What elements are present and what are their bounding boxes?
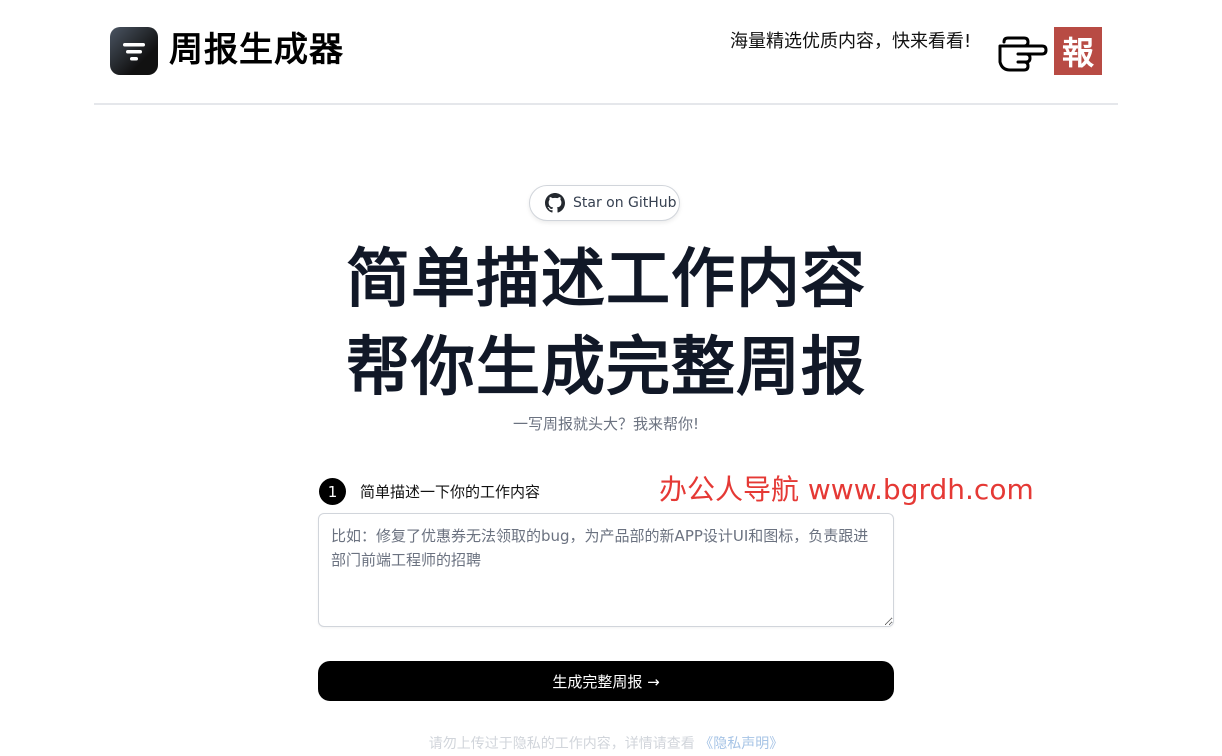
logo-icon[interactable] bbox=[110, 27, 158, 75]
hero-title: 简单描述工作内容 帮你生成完整周报 bbox=[0, 236, 1212, 412]
privacy-notice: 请勿上传过于隐私的工作内容，详情请查看 《隐私声明》 bbox=[0, 733, 1212, 753]
hero-subtitle: 一写周报就头大？我来帮你! bbox=[512, 415, 699, 433]
github-star-button[interactable]: Star on GitHub bbox=[529, 185, 680, 221]
github-star-label: Star on GitHub bbox=[573, 195, 677, 211]
promo-text[interactable]: 海量精选优质内容，快来看看! bbox=[730, 30, 971, 54]
step-label: 简单描述一下你的工作内容 bbox=[360, 483, 541, 501]
pointing-hand-icon bbox=[998, 36, 1048, 72]
step-number-badge: 1 bbox=[319, 478, 346, 505]
generate-report-button[interactable]: 生成完整周报 → bbox=[318, 661, 894, 701]
site-header: 周报生成器 海量精选优质内容，快来看看! 報 bbox=[94, 0, 1118, 105]
hero-title-line-1: 简单描述工作内容 bbox=[346, 243, 866, 317]
hero-title-line-2: 帮你生成完整周报 bbox=[346, 331, 866, 405]
privacy-text: 请勿上传过于隐私的工作内容，详情请查看 bbox=[428, 736, 695, 752]
watermark-text: 办公人导航 www.bgrdh.com bbox=[659, 473, 1034, 506]
work-content-input[interactable] bbox=[318, 513, 894, 627]
github-icon bbox=[545, 193, 565, 213]
privacy-policy-link[interactable]: 《隐私声明》 bbox=[699, 736, 783, 752]
report-badge-icon[interactable]: 報 bbox=[1054, 27, 1102, 75]
brand-title[interactable]: 周报生成器 bbox=[169, 26, 344, 74]
